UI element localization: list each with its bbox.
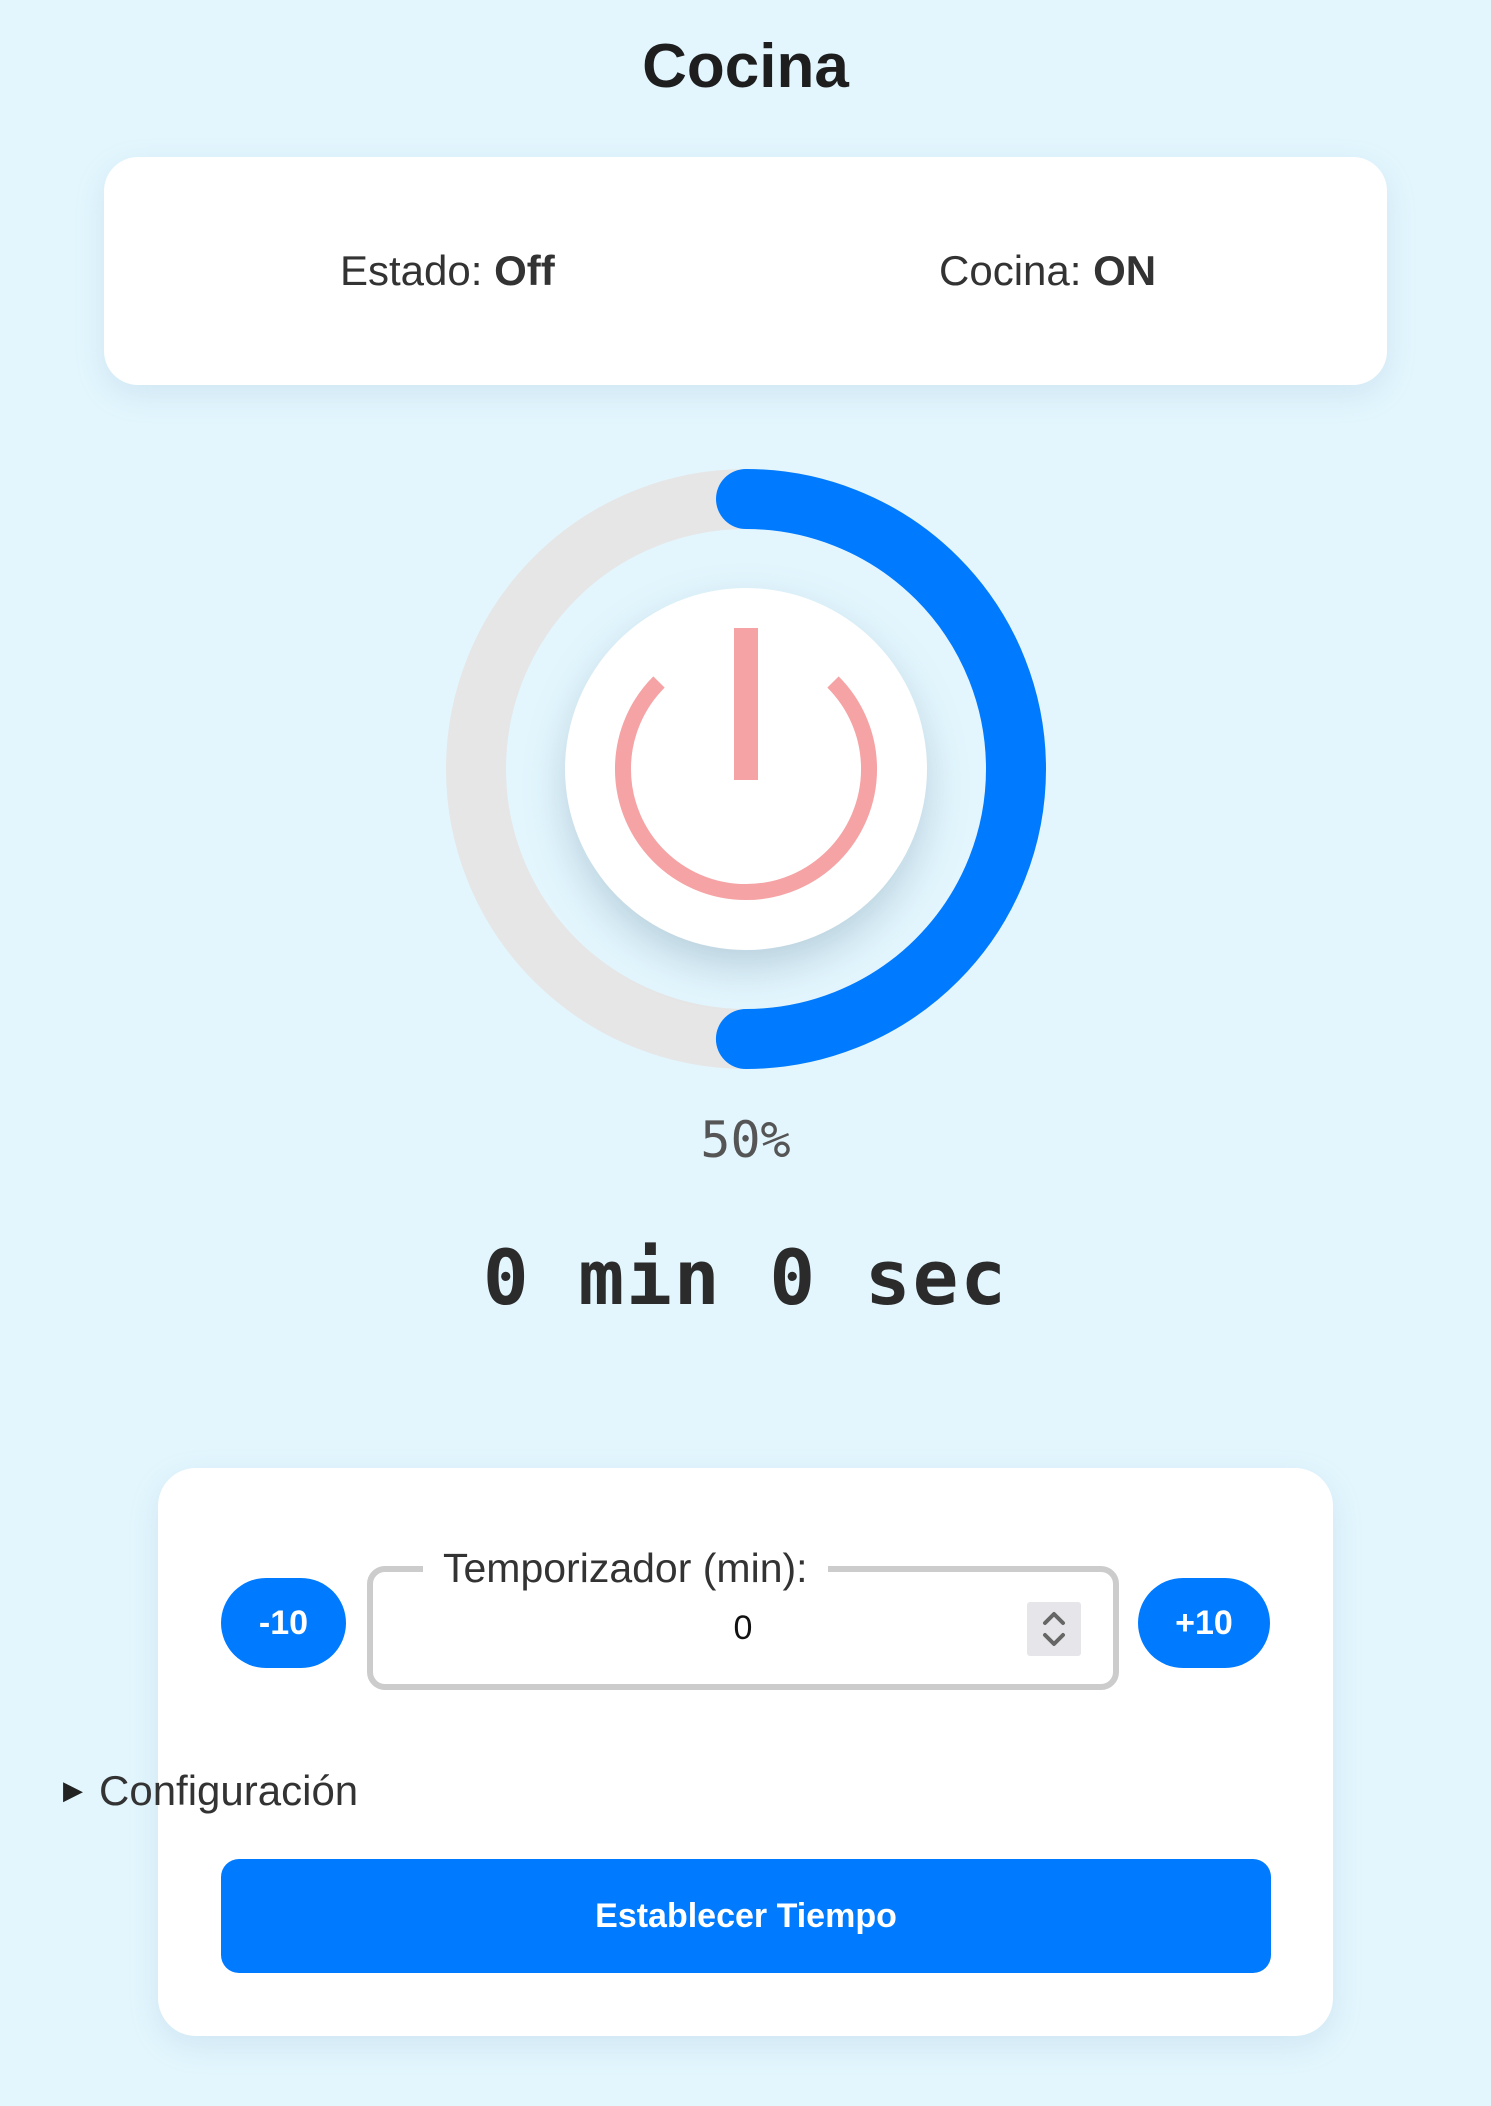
timer-display: 0 min 0 sec bbox=[482, 1233, 1009, 1322]
status-card: Estado: Off Cocina: ON bbox=[104, 157, 1387, 385]
number-spinner[interactable] bbox=[1027, 1602, 1081, 1656]
page-title: Cocina bbox=[642, 32, 849, 101]
power-button[interactable] bbox=[565, 588, 927, 950]
estado-status: Estado: Off bbox=[340, 157, 555, 385]
spinner-arrows-icon bbox=[1043, 1612, 1065, 1646]
progress-percent: 50% bbox=[700, 1111, 791, 1169]
estado-value: Off bbox=[494, 247, 555, 294]
power-icon bbox=[615, 628, 877, 900]
timer-minutes-input[interactable]: 0 bbox=[373, 1572, 1113, 1684]
timer-fieldset: Temporizador (min): 0 bbox=[367, 1538, 1119, 1690]
set-time-button[interactable]: Establecer Tiempo bbox=[221, 1859, 1271, 1973]
cocina-status: Cocina: ON bbox=[939, 157, 1156, 385]
estado-label: Estado: bbox=[340, 247, 483, 294]
cocina-label: Cocina: bbox=[939, 247, 1082, 294]
timer-control-card: -10 Temporizador (min): 0 +10 Establecer… bbox=[158, 1468, 1333, 2036]
disclosure-triangle-icon: ▶ bbox=[63, 1775, 83, 1805]
progress-dial bbox=[446, 469, 1046, 1069]
config-label: Configuración bbox=[99, 1767, 359, 1814]
cocina-value: ON bbox=[1093, 247, 1157, 294]
minus-ten-button[interactable]: -10 bbox=[221, 1578, 346, 1668]
config-toggle[interactable]: ▶ Configuración bbox=[63, 1760, 358, 1820]
plus-ten-button[interactable]: +10 bbox=[1138, 1578, 1270, 1668]
